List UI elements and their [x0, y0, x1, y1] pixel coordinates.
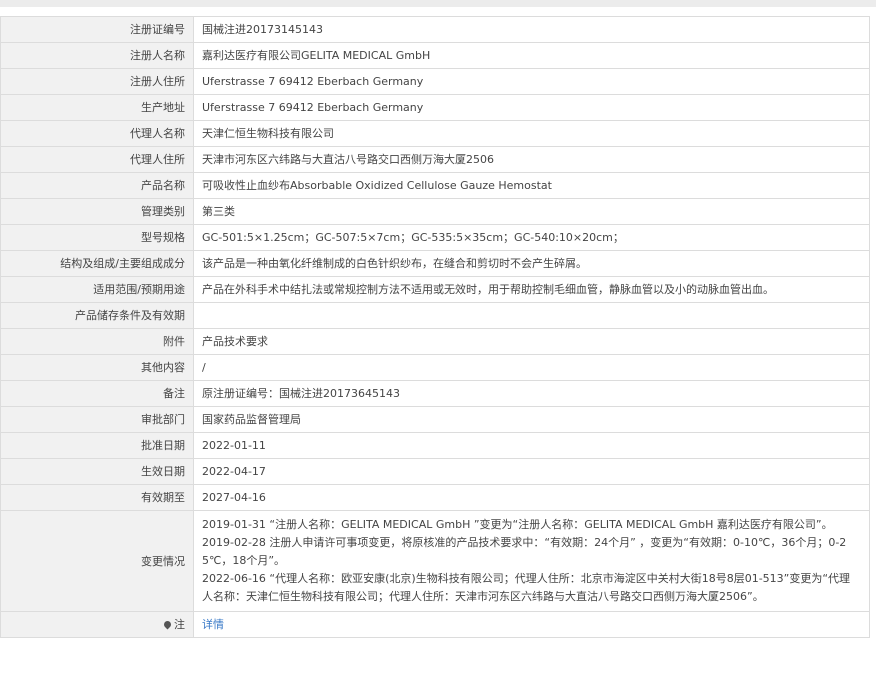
change-entry: 2022-06-16 “代理人名称：欧亚安康(北京)生物科技有限公司；代理人住所…	[202, 572, 851, 603]
row-approval-date: 批准日期 2022-01-11	[0, 432, 870, 459]
row-value: 产品在外科手术中结扎法或常规控制方法不适用或无效时，用于帮助控制毛细血管，静脉血…	[193, 276, 870, 303]
row-label: 适用范围/预期用途	[0, 276, 194, 303]
row-effective-date: 生效日期 2022-04-17	[0, 458, 870, 485]
row-label: 其他内容	[0, 354, 194, 381]
row-registrant-name: 注册人名称 嘉利达医疗有限公司GELITA MEDICAL GmbH	[0, 42, 870, 69]
change-entry: 2019-01-31 “注册人名称：GELITA MEDICAL GmbH ”变…	[202, 518, 833, 531]
row-label: 产品名称	[0, 172, 194, 199]
row-value: 可吸收性止血纱布Absorbable Oxidized Cellulose Ga…	[193, 172, 870, 199]
row-label: 注	[0, 611, 194, 638]
row-label: 管理类别	[0, 198, 194, 225]
row-label: 注册人住所	[0, 68, 194, 95]
row-valid-until: 有效期至 2027-04-16	[0, 484, 870, 511]
row-management-category: 管理类别 第三类	[0, 198, 870, 225]
row-value: 第三类	[193, 198, 870, 225]
row-change-history: 变更情况 2019-01-31 “注册人名称：GELITA MEDICAL Gm…	[0, 510, 870, 612]
note-label: 注	[174, 618, 185, 631]
row-intended-use: 适用范围/预期用途 产品在外科手术中结扎法或常规控制方法不适用或无效时，用于帮助…	[0, 276, 870, 303]
row-value: 该产品是一种由氧化纤维制成的白色针织纱布，在缝合和剪切时不会产生碎屑。	[193, 250, 870, 277]
row-structure-composition: 结构及组成/主要组成成分 该产品是一种由氧化纤维制成的白色针织纱布，在缝合和剪切…	[0, 250, 870, 277]
row-label: 注册人名称	[0, 42, 194, 69]
row-note: 注 详情	[0, 611, 870, 638]
row-agent-address: 代理人住所 天津市河东区六纬路与大直沽八号路交口西侧万海大厦2506	[0, 146, 870, 173]
row-value: 天津市河东区六纬路与大直沽八号路交口西侧万海大厦2506	[193, 146, 870, 173]
row-attachment: 附件 产品技术要求	[0, 328, 870, 355]
row-value: 原注册证编号：国械注进20173645143	[193, 380, 870, 407]
row-production-address: 生产地址 Uferstrasse 7 69412 Eberbach German…	[0, 94, 870, 121]
row-label: 型号规格	[0, 224, 194, 251]
row-label: 审批部门	[0, 406, 194, 433]
row-value: 天津仁恒生物科技有限公司	[193, 120, 870, 147]
row-label: 附件	[0, 328, 194, 355]
row-approval-department: 审批部门 国家药品监督管理局	[0, 406, 870, 433]
row-label: 生效日期	[0, 458, 194, 485]
row-label: 产品储存条件及有效期	[0, 302, 194, 329]
row-value: 2022-04-17	[193, 458, 870, 485]
details-link[interactable]: 详情	[202, 618, 224, 631]
row-label: 批准日期	[0, 432, 194, 459]
row-label: 生产地址	[0, 94, 194, 121]
change-entry: 2019-02-28 注册人申请许可事项变更，将原核准的产品技术要求中：“有效期…	[202, 536, 847, 567]
row-value: 产品技术要求	[193, 328, 870, 355]
row-registrant-address: 注册人住所 Uferstrasse 7 69412 Eberbach Germa…	[0, 68, 870, 95]
row-storage-conditions: 产品储存条件及有效期	[0, 302, 870, 329]
row-label: 代理人名称	[0, 120, 194, 147]
row-agent-name: 代理人名称 天津仁恒生物科技有限公司	[0, 120, 870, 147]
row-registration-number: 注册证编号 国械注进20173145143	[0, 16, 870, 43]
top-strip	[0, 0, 876, 7]
row-label: 变更情况	[0, 510, 194, 612]
row-value: 2022-01-11	[193, 432, 870, 459]
map-pin-icon	[162, 619, 173, 629]
row-label: 有效期至	[0, 484, 194, 511]
row-other-content: 其他内容 /	[0, 354, 870, 381]
row-remarks: 备注 原注册证编号：国械注进20173645143	[0, 380, 870, 407]
row-label: 代理人住所	[0, 146, 194, 173]
row-value: GC-501:5×1.25cm；GC-507:5×7cm；GC-535:5×35…	[193, 224, 870, 251]
row-value: 详情	[193, 611, 870, 638]
row-label: 结构及组成/主要组成成分	[0, 250, 194, 277]
registration-detail-table: 注册证编号 国械注进20173145143 注册人名称 嘉利达医疗有限公司GEL…	[0, 16, 870, 638]
row-value	[193, 302, 870, 329]
row-value: 国械注进20173145143	[193, 16, 870, 43]
row-value: 国家药品监督管理局	[193, 406, 870, 433]
row-product-name: 产品名称 可吸收性止血纱布Absorbable Oxidized Cellulo…	[0, 172, 870, 199]
row-label: 备注	[0, 380, 194, 407]
row-label: 注册证编号	[0, 16, 194, 43]
change-history-value: 2019-01-31 “注册人名称：GELITA MEDICAL GmbH ”变…	[193, 510, 870, 612]
row-value: 嘉利达医疗有限公司GELITA MEDICAL GmbH	[193, 42, 870, 69]
row-value: Uferstrasse 7 69412 Eberbach Germany	[193, 68, 870, 95]
row-value: 2027-04-16	[193, 484, 870, 511]
row-value: Uferstrasse 7 69412 Eberbach Germany	[193, 94, 870, 121]
row-value: /	[193, 354, 870, 381]
row-model-spec: 型号规格 GC-501:5×1.25cm；GC-507:5×7cm；GC-535…	[0, 224, 870, 251]
